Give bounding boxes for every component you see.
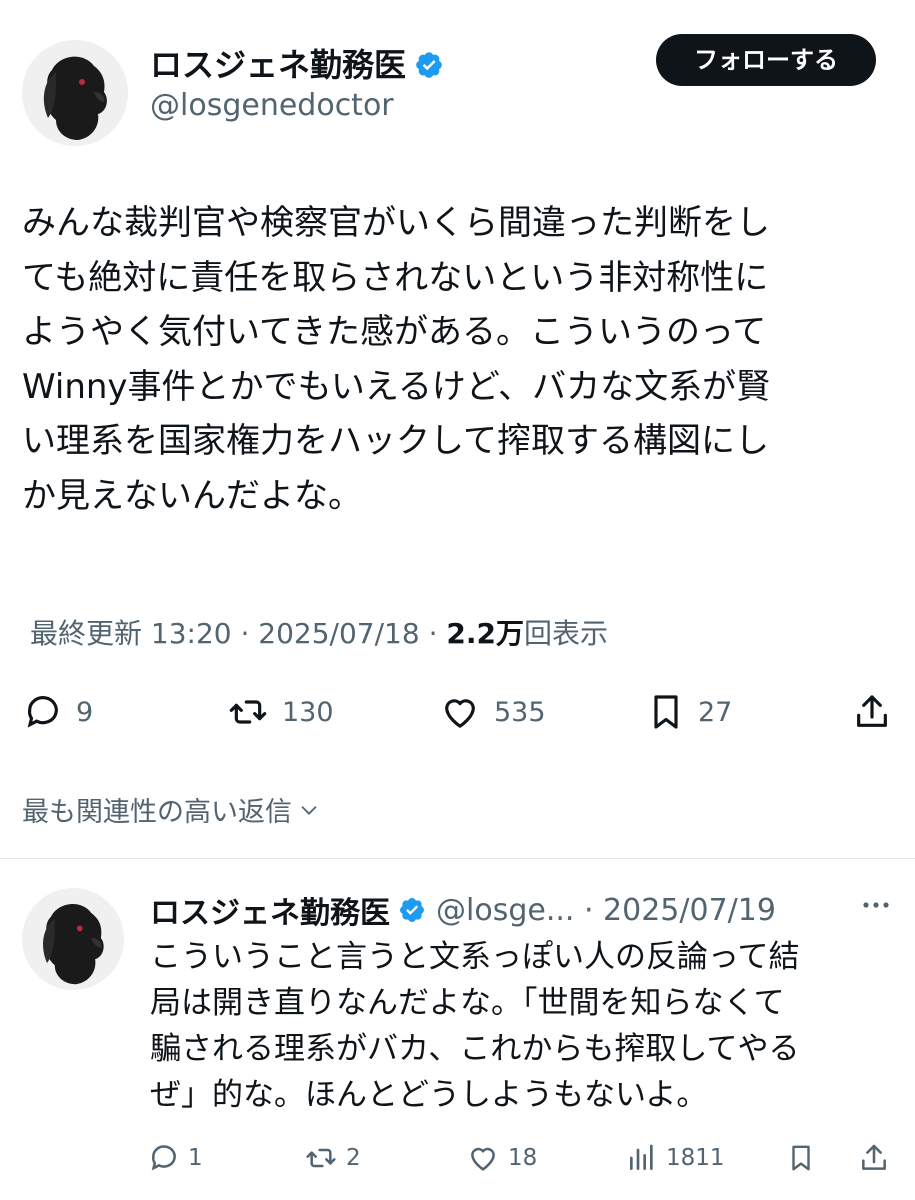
chevron-down-icon	[301, 805, 317, 815]
repost-icon	[306, 1148, 336, 1168]
reply-handle-date[interactable]: @losge... · 2025/07/19	[436, 893, 776, 928]
reply-author-name[interactable]: ロスジェネ勤務医	[150, 888, 390, 932]
reply-bookmark-action[interactable]	[786, 1142, 816, 1174]
reply-icon	[27, 696, 58, 728]
heart-icon	[445, 699, 475, 728]
repost-count: 130	[282, 696, 334, 728]
replies-sort-dropdown[interactable]: 最も関連性の高い返信	[22, 790, 320, 829]
replies-sort-label: 最も関連性の高い返信	[22, 797, 292, 828]
reply-like-count: 18	[508, 1145, 538, 1171]
heart-icon	[471, 1147, 495, 1171]
reply-text: こういうこと言うと文系っぽい人の反論って結 局は開き直りなんだよな。「世間を知ら…	[150, 939, 800, 1113]
views-count: 2.2万	[446, 617, 524, 650]
bookmark-count: 27	[698, 696, 733, 728]
reply-views-count: 1811	[666, 1145, 725, 1171]
reply-author-avatar[interactable]	[22, 888, 124, 990]
reply-header: ロスジェネ勤務医 @losge... · 2025/07/19	[150, 888, 776, 932]
author-handle[interactable]: @losgenedoctor	[150, 88, 394, 123]
like-action[interactable]: 535	[438, 692, 546, 732]
reply-repost-count: 2	[346, 1145, 361, 1171]
reply-count: 9	[76, 696, 94, 728]
reply-repost-action[interactable]: 2	[304, 1142, 361, 1174]
reply-like-action[interactable]: 18	[466, 1142, 537, 1174]
author-avatar[interactable]	[22, 40, 128, 146]
share-icon	[862, 1144, 886, 1170]
post-meta: 最終更新 13:20 · 2025/07/18 · 2.2万回表示	[30, 612, 608, 652]
verified-badge-icon	[400, 898, 424, 922]
more-icon	[863, 902, 889, 908]
reply-reply-action[interactable]: 1	[148, 1142, 203, 1174]
reply-reply-count: 1	[188, 1145, 203, 1171]
analytics-icon	[630, 1144, 653, 1170]
reply-action[interactable]: 9	[22, 692, 93, 732]
author-name-text[interactable]: ロスジェネ勤務医	[150, 46, 406, 84]
verified-badge-icon	[416, 52, 442, 78]
post-timestamp[interactable]: 最終更新 13:20 · 2025/07/18 ·	[30, 617, 446, 650]
bookmark-icon	[792, 1145, 810, 1171]
share-action[interactable]	[852, 692, 892, 732]
share-icon	[857, 695, 887, 727]
more-options-button[interactable]	[858, 895, 894, 919]
author-name[interactable]: ロスジェネ勤務医	[150, 40, 444, 86]
reply-share-action[interactable]	[858, 1142, 890, 1174]
reply-views-action[interactable]: 1811	[626, 1142, 725, 1174]
follow-button[interactable]: フォローする	[656, 34, 876, 86]
views-label: 回表示	[524, 617, 609, 650]
post-text: みんな裁判官や検察官がいくら間違った判断をし ても絶対に責任を取らされないという…	[22, 203, 771, 516]
repost-icon	[229, 700, 267, 724]
like-count: 535	[494, 696, 546, 728]
repost-action[interactable]: 130	[226, 692, 334, 732]
bookmark-action[interactable]: 27	[646, 692, 732, 732]
bookmark-icon	[654, 695, 678, 729]
reply-icon	[151, 1145, 176, 1171]
divider	[0, 858, 915, 859]
